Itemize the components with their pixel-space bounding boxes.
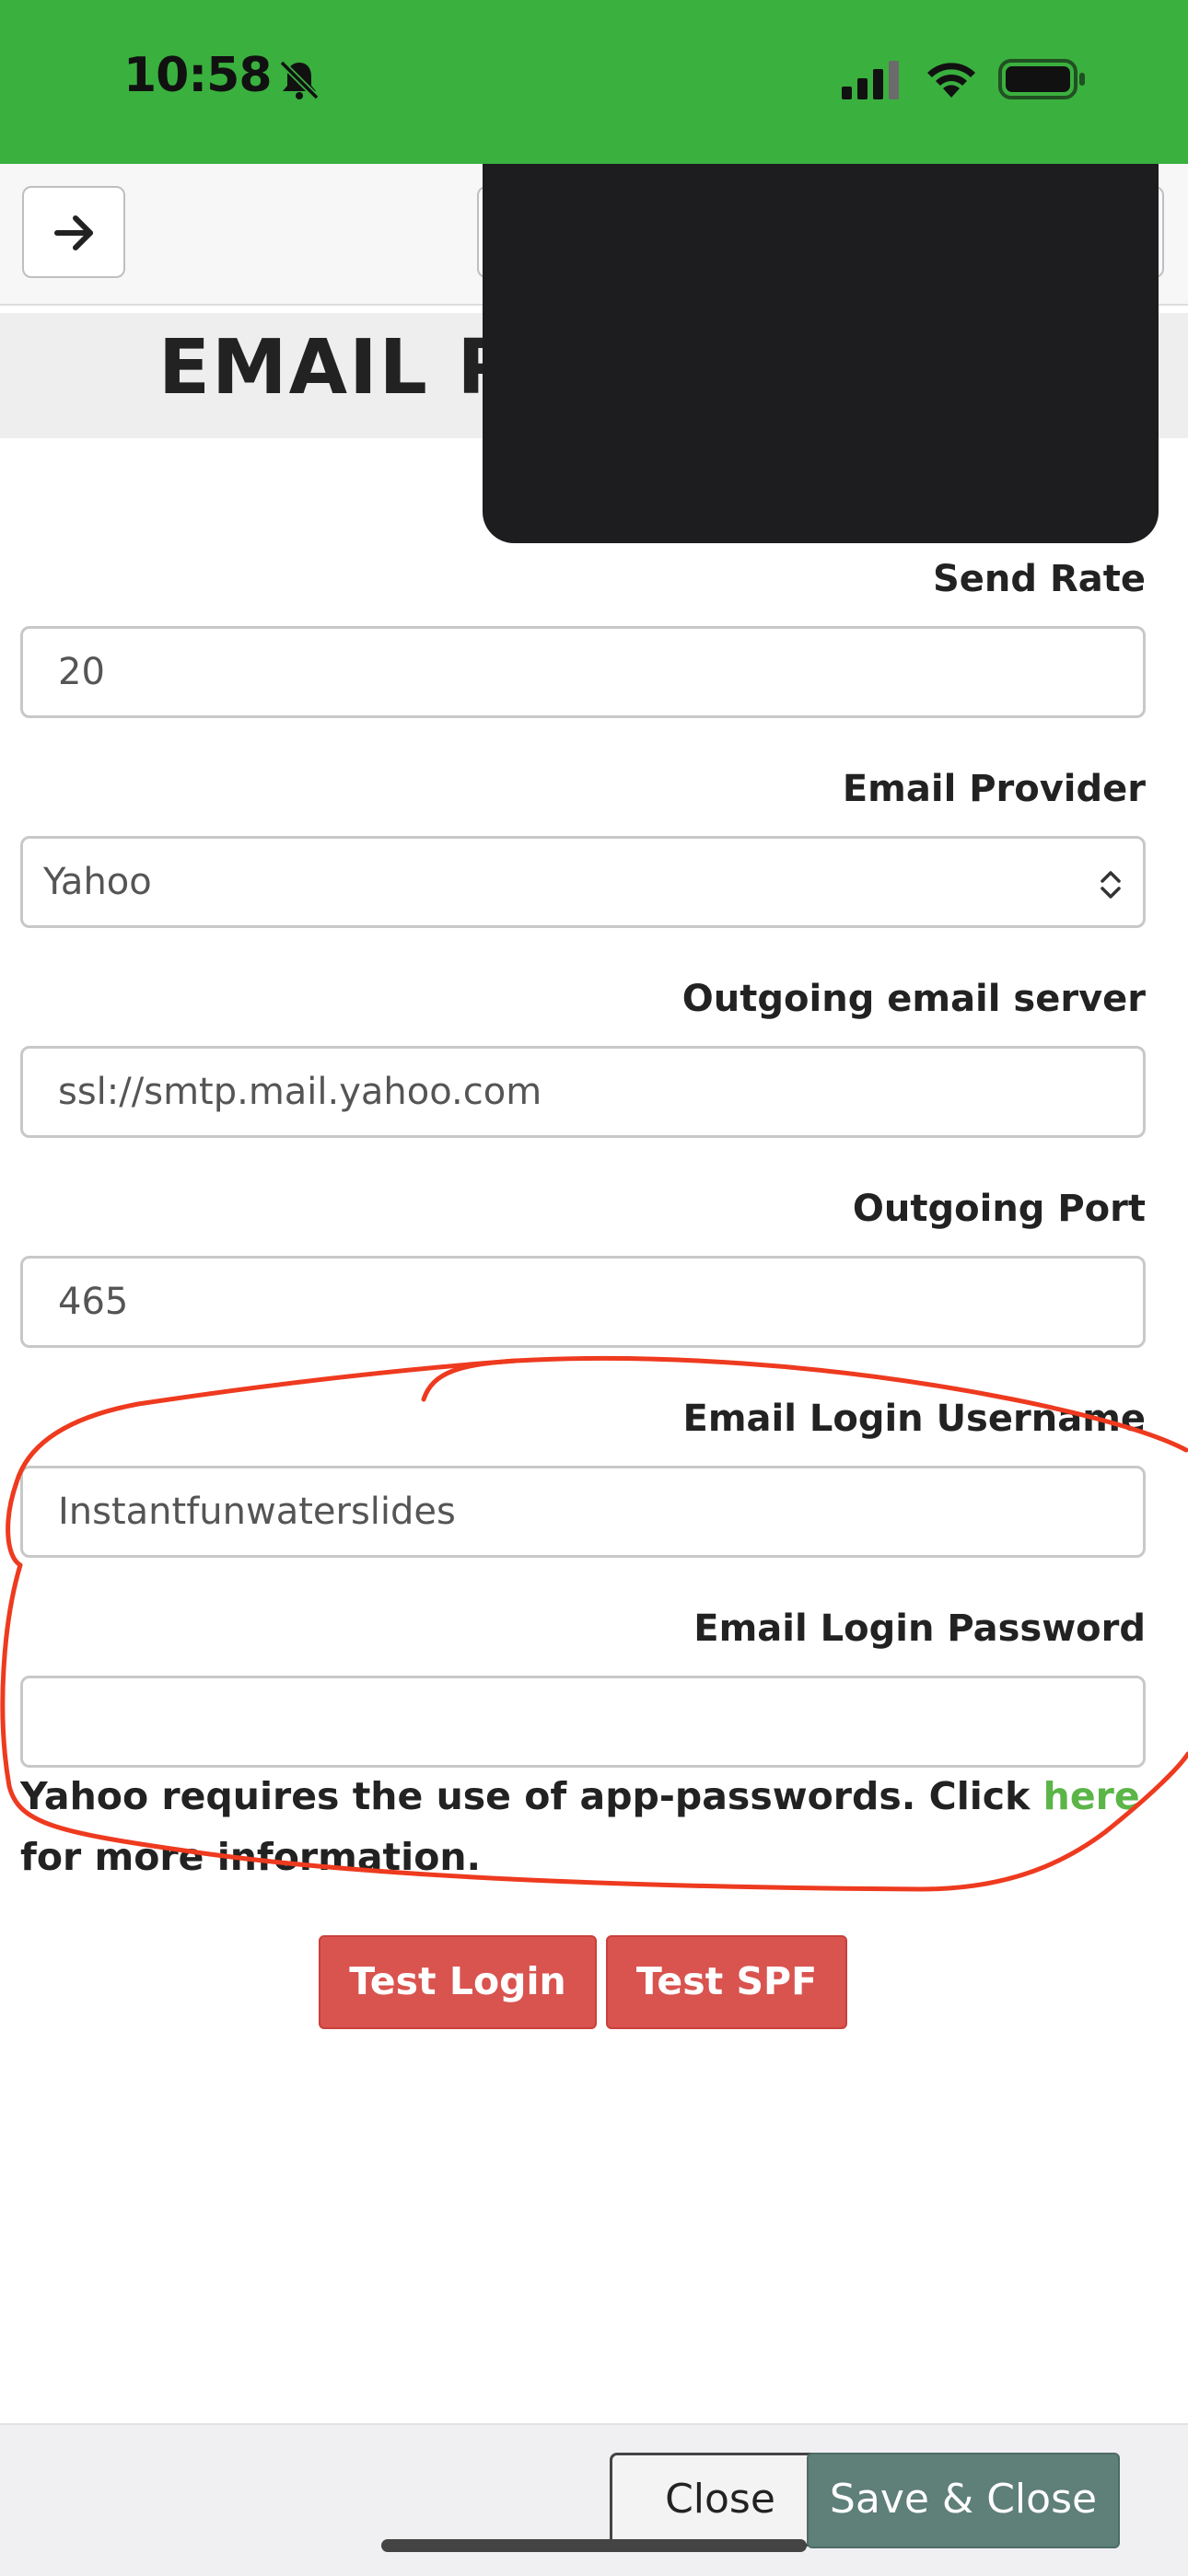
email-provider-value: Yahoo [43,861,152,903]
email-provider-label: Email Provider [842,768,1146,810]
send-rate-input[interactable]: 20 [20,626,1146,718]
signal-icon [842,61,899,99]
help-link[interactable]: here [1043,1774,1140,1818]
email-provider-select[interactable]: Yahoo [20,836,1146,928]
login-password-input[interactable] [20,1676,1146,1768]
redaction-block [483,164,1159,543]
outgoing-port-input[interactable]: 465 [20,1256,1146,1348]
outgoing-server-input[interactable]: ssl://smtp.mail.yahoo.com [20,1046,1146,1138]
outgoing-server-label: Outgoing email server [681,978,1146,1020]
save-close-button[interactable]: Save & Close [807,2453,1120,2548]
page-title: EMAIL P [158,324,515,412]
arrow-right-icon [54,215,93,250]
app-password-help: Yahoo requires the use of app-passwords.… [20,1766,1162,1887]
help-text-after: for more information. [20,1835,482,1879]
wifi-icon [927,63,975,98]
help-text-before: Yahoo requires the use of app-passwords.… [20,1774,1043,1818]
chevron-updown-icon [1101,871,1121,899]
test-spf-button[interactable]: Test SPF [606,1935,847,2029]
test-login-button[interactable]: Test Login [319,1935,597,2029]
status-time: 10:58 [123,48,273,103]
outgoing-port-label: Outgoing Port [852,1188,1146,1230]
nav-forward-button[interactable] [22,186,125,278]
login-username-input[interactable]: Instantfunwaterslides [20,1466,1146,1558]
status-bar: 10:58 [0,0,1188,164]
login-username-label: Email Login Username [682,1398,1146,1440]
home-indicator [381,2539,807,2552]
send-rate-label: Send Rate [932,558,1146,600]
close-button[interactable]: Close [610,2453,831,2547]
login-password-label: Email Login Password [693,1607,1146,1650]
battery-icon [998,59,1085,99]
bell-slash-icon [279,60,320,100]
